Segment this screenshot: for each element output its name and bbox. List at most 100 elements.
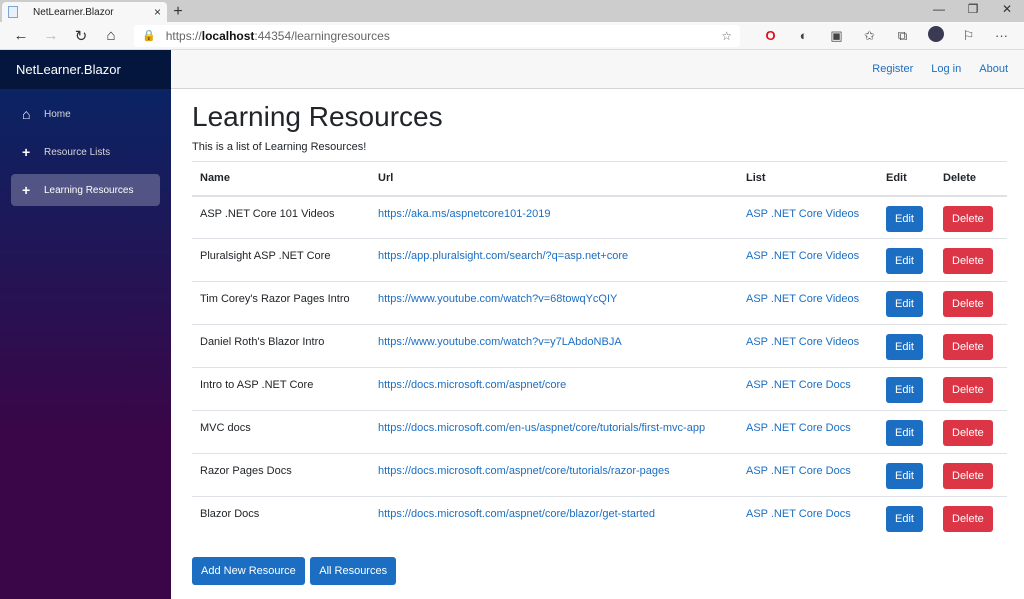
board-extension-icon[interactable]: ▣ <box>820 28 853 44</box>
login-link[interactable]: Log in <box>931 63 961 75</box>
favorites-icon[interactable]: ✩ <box>853 28 886 44</box>
refresh-icon[interactable]: ↻ <box>66 27 96 45</box>
circle-extension-icon[interactable]: ◐ <box>787 28 820 43</box>
table-row: Daniel Roth's Blazor Intro https://www.yo… <box>192 324 1007 368</box>
delete-button[interactable]: Delete <box>943 334 993 360</box>
resource-list-link[interactable]: ASP .NET Core Docs <box>746 422 851 434</box>
favicon-icon <box>8 6 18 18</box>
resource-list-link[interactable]: ASP .NET Core Videos <box>746 293 859 305</box>
header-delete: Delete <box>935 161 1007 197</box>
home-icon[interactable]: ⌂ <box>96 27 126 44</box>
delete-button[interactable]: Delete <box>943 377 993 403</box>
resource-name: Pluralsight ASP .NET Core <box>192 238 370 282</box>
add-new-resource-button[interactable]: Add New Resource <box>192 556 305 585</box>
resource-url-link[interactable]: https://docs.microsoft.com/en-us/aspnet/… <box>378 422 705 434</box>
all-resources-button[interactable]: All Resources <box>310 556 397 585</box>
resource-url-link[interactable]: https://app.pluralsight.com/search/?q=as… <box>378 250 628 262</box>
edit-button[interactable]: Edit <box>886 291 923 317</box>
edit-button[interactable]: Edit <box>886 205 923 232</box>
resource-name: Tim Corey's Razor Pages Intro <box>192 281 370 325</box>
table-row: Pluralsight ASP .NET Core https://app.plu… <box>192 238 1007 282</box>
table-header-row: Name Url List Edit Delete <box>192 161 1007 197</box>
sidebar-item-resource-lists[interactable]: + Resource Lists <box>11 136 160 168</box>
new-tab-button[interactable]: + <box>167 2 189 22</box>
delete-button[interactable]: Delete <box>943 248 993 274</box>
sidebar-item-learning-resources[interactable]: + Learning Resources <box>11 174 160 206</box>
table-row: ASP .NET Core 101 Videos https://aka.ms/a… <box>192 196 1007 239</box>
resources-table: Name Url List Edit Delete ASP .NET Core … <box>192 161 1007 540</box>
edit-button[interactable]: Edit <box>886 377 923 403</box>
table-row: MVC docs https://docs.microsoft.com/en-us… <box>192 410 1007 454</box>
collections-icon[interactable]: ⧉ <box>886 28 919 44</box>
about-link[interactable]: About <box>979 63 1008 75</box>
register-link[interactable]: Register <box>872 63 913 75</box>
resource-url-link[interactable]: https://docs.microsoft.com/aspnet/core/b… <box>378 508 655 520</box>
address-bar[interactable]: 🔒 https://localhost:44354/learningresour… <box>134 24 740 47</box>
resource-list-link[interactable]: ASP .NET Core Videos <box>746 336 859 348</box>
browser-tab[interactable]: NetLearner.Blazor × <box>2 2 167 22</box>
resource-list-link[interactable]: ASP .NET Core Videos <box>746 250 859 262</box>
header-edit: Edit <box>878 161 935 197</box>
sidebar-item-label: Resource Lists <box>44 146 111 158</box>
resource-name: Daniel Roth's Blazor Intro <box>192 324 370 368</box>
edit-button[interactable]: Edit <box>886 506 923 532</box>
extensions-bar: O ◐ ▣ ✩ ⧉ ⚐ ··· <box>754 26 1018 45</box>
sidebar-item-label: Learning Resources <box>44 184 134 196</box>
sidebar: NetLearner.Blazor ⌂ Home + Resource List… <box>0 50 171 599</box>
tab-title: NetLearner.Blazor <box>33 6 114 18</box>
tab-close-icon[interactable]: × <box>154 5 161 19</box>
edit-button[interactable]: Edit <box>886 420 923 446</box>
delete-button[interactable]: Delete <box>943 506 993 532</box>
content: Learning Resources This is a list of Lea… <box>171 89 1024 585</box>
table-row: Tim Corey's Razor Pages Intro https://www… <box>192 281 1007 325</box>
resource-url-link[interactable]: https://docs.microsoft.com/aspnet/core <box>378 379 566 391</box>
delete-button[interactable]: Delete <box>943 291 993 317</box>
lock-icon: 🔒 <box>142 30 156 42</box>
header-name: Name <box>192 161 370 197</box>
resource-url-link[interactable]: https://docs.microsoft.com/aspnet/core/t… <box>378 465 670 477</box>
restore-icon[interactable]: ❐ <box>956 0 990 22</box>
resource-list-link[interactable]: ASP .NET Core Docs <box>746 465 851 477</box>
window-controls: — ❐ ✕ <box>922 0 1024 22</box>
back-icon[interactable]: ← <box>6 27 36 44</box>
resource-url-link[interactable]: https://www.youtube.com/watch?v=y7LAbdoN… <box>378 336 622 348</box>
minimize-icon[interactable]: — <box>922 0 956 22</box>
sidebar-item-home[interactable]: ⌂ Home <box>11 98 160 130</box>
plus-icon: + <box>22 182 31 198</box>
url-scheme: https:// <box>165 28 202 43</box>
url-host: localhost <box>201 28 255 43</box>
favorite-star-icon[interactable]: ☆ <box>721 29 732 43</box>
resource-list-link[interactable]: ASP .NET Core Docs <box>746 508 851 520</box>
profile-avatar[interactable] <box>919 26 952 45</box>
url-path: :44354/learningresources <box>254 28 390 43</box>
table-row: Intro to ASP .NET Core https://docs.micro… <box>192 367 1007 411</box>
edit-button[interactable]: Edit <box>886 248 923 274</box>
page-title: Learning Resources <box>192 101 443 132</box>
brand-link[interactable]: NetLearner.Blazor <box>0 50 171 89</box>
forward-icon[interactable]: → <box>36 27 66 44</box>
more-menu-icon[interactable]: ··· <box>985 28 1018 43</box>
address-url[interactable]: https://localhost:44354/learningresource… <box>166 29 722 43</box>
sidebar-nav: ⌂ Home + Resource Lists + Learning Resou… <box>0 89 171 206</box>
table-row: Razor Pages Docs https://docs.microsoft.c… <box>192 453 1007 497</box>
edit-button[interactable]: Edit <box>886 463 923 489</box>
resource-list-link[interactable]: ASP .NET Core Docs <box>746 379 851 391</box>
delete-button[interactable]: Delete <box>943 463 993 489</box>
header-list: List <box>738 161 878 197</box>
resource-name: Blazor Docs <box>192 496 370 540</box>
sidebar-item-label: Home <box>44 108 71 120</box>
resource-url-link[interactable]: https://aka.ms/aspnetcore101-2019 <box>378 208 550 220</box>
feedback-icon[interactable]: ⚐ <box>952 28 985 44</box>
opera-extension-icon[interactable]: O <box>754 28 787 43</box>
resource-url-link[interactable]: https://www.youtube.com/watch?v=68towqYc… <box>378 293 617 305</box>
edit-button[interactable]: Edit <box>886 334 923 360</box>
delete-button[interactable]: Delete <box>943 420 993 446</box>
actions-bar: Add New Resource All Resources <box>192 556 1008 585</box>
close-window-icon[interactable]: ✕ <box>990 0 1024 22</box>
delete-button[interactable]: Delete <box>943 205 993 232</box>
header-url: Url <box>370 161 738 197</box>
resource-name: Razor Pages Docs <box>192 453 370 497</box>
resource-name: ASP .NET Core 101 Videos <box>200 207 335 220</box>
browser-tabstrip: NetLearner.Blazor × + — ❐ ✕ <box>0 0 1024 22</box>
resource-list-link[interactable]: ASP .NET Core Videos <box>746 208 859 220</box>
